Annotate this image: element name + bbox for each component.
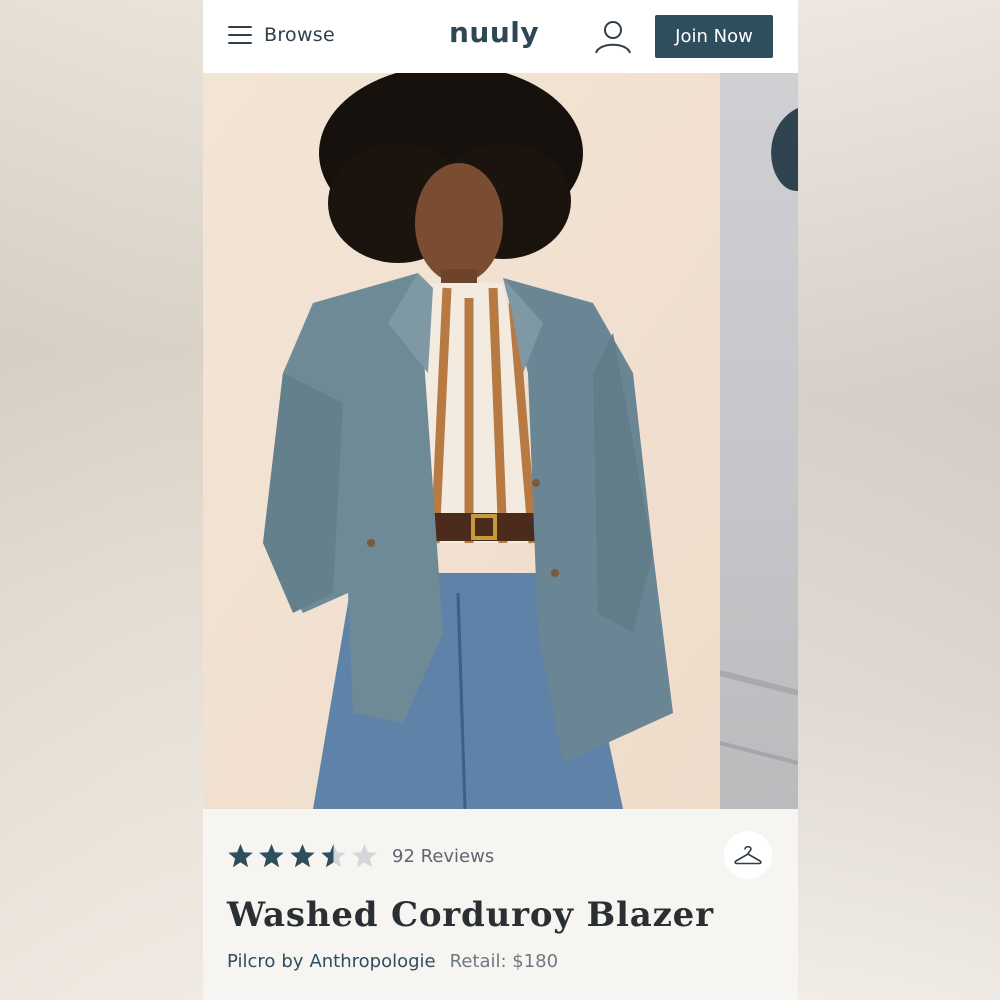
product-photo[interactable] <box>203 73 720 809</box>
add-to-closet-button[interactable] <box>724 831 772 879</box>
next-product-photo-preview[interactable] <box>719 73 798 809</box>
next-photo-illustration <box>719 108 798 765</box>
product-image-carousel[interactable] <box>203 73 798 809</box>
star-icon <box>228 844 253 868</box>
browse-menu-button[interactable]: Browse <box>228 24 335 46</box>
star-rating <box>227 843 378 869</box>
background-blur-right <box>798 0 1000 1000</box>
product-meta: Pilcro by Anthropologie Retail: $180 <box>227 951 558 972</box>
user-icon[interactable] <box>594 19 632 55</box>
browse-label: Browse <box>264 24 335 46</box>
background-blur-left <box>0 0 203 1000</box>
product-page: Browse nuuly Join Now 92 Reviews Washed … <box>203 0 798 1000</box>
brand-link[interactable]: Pilcro <box>227 951 275 972</box>
rating-summary[interactable]: 92 Reviews <box>227 843 494 869</box>
star-icon <box>321 844 346 868</box>
product-info-panel: 92 Reviews Washed Corduroy Blazer Pilcro… <box>203 809 798 1000</box>
model-photo-illustration <box>203 73 720 809</box>
nuuly-logo[interactable]: nuuly <box>449 16 539 49</box>
hamburger-icon <box>228 26 252 44</box>
join-now-button[interactable]: Join Now <box>655 15 773 58</box>
top-navigation: Browse nuuly Join Now <box>203 0 798 73</box>
reviews-link[interactable]: 92 Reviews <box>392 846 494 867</box>
star-icon <box>290 844 315 868</box>
star-icon <box>259 844 284 868</box>
product-title: Washed Corduroy Blazer <box>227 895 714 935</box>
by-label: by <box>281 951 304 972</box>
star-icon <box>352 844 377 868</box>
hanger-icon <box>734 845 762 865</box>
designer-link[interactable]: Anthropologie <box>309 951 435 972</box>
retail-price: Retail: $180 <box>449 951 559 972</box>
